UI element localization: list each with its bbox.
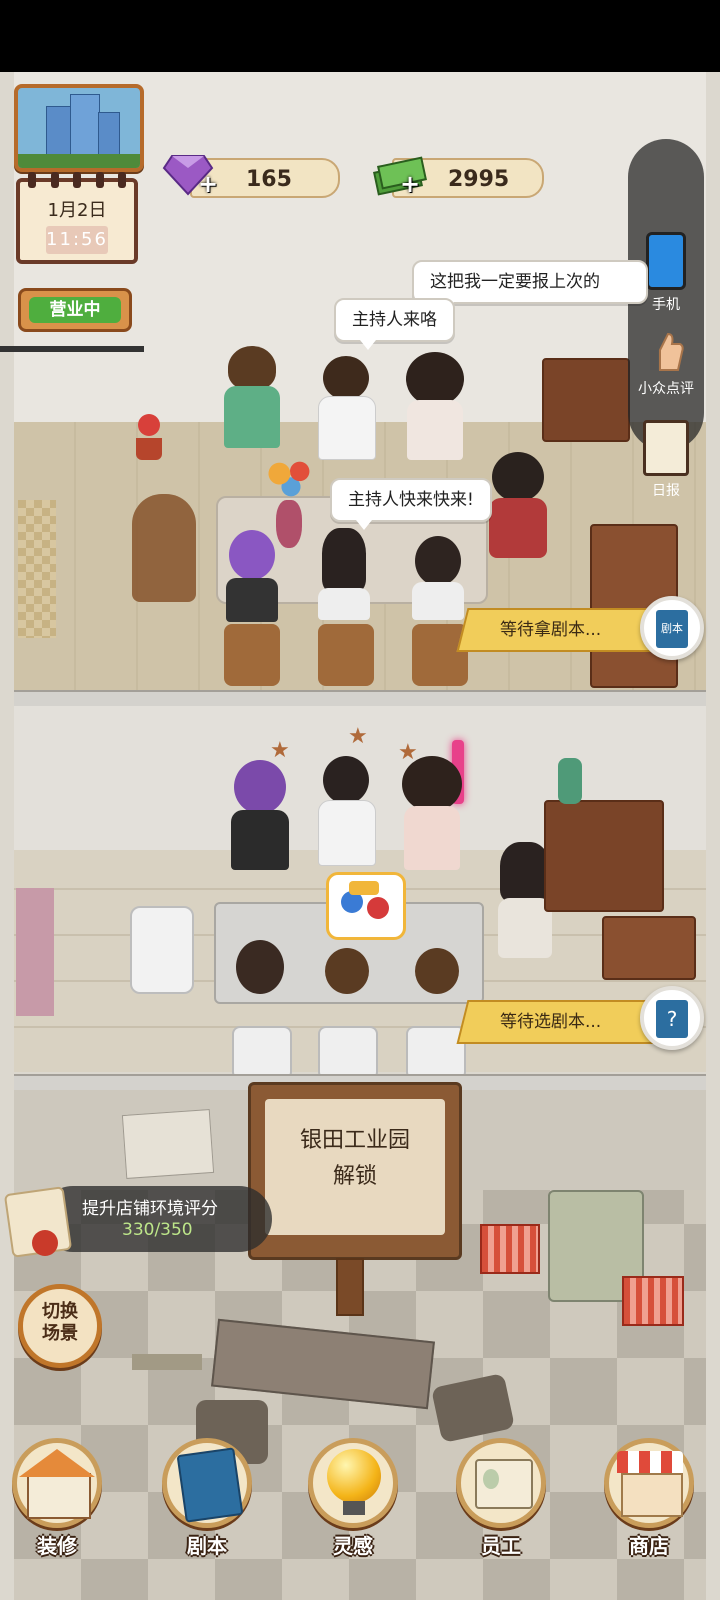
shop-store-icon xyxy=(604,1438,694,1528)
gem-amount: 165 xyxy=(246,167,292,192)
side-item-review[interactable]: 小众点评 xyxy=(628,330,704,398)
phone-icon xyxy=(646,232,686,290)
speech-bubble: 主持人快来快来! xyxy=(330,478,492,530)
upgrade-environment-panel[interactable]: 提升店铺环境评分 330/350 xyxy=(40,1186,272,1252)
nav-inspiration-button[interactable]: 灵感 xyxy=(298,1438,408,1558)
torn-poster xyxy=(121,1109,215,1179)
locked-area-paper: 银田工业园 解锁 xyxy=(265,1099,445,1235)
add-cash-icon[interactable]: + xyxy=(400,170,420,198)
thermos xyxy=(558,758,582,804)
scroll-quill-icon[interactable] xyxy=(2,1176,73,1258)
unlock-label[interactable]: 解锁 xyxy=(265,1159,445,1195)
red-crate xyxy=(622,1276,684,1326)
wooden-chair xyxy=(318,624,374,686)
wooden-chair xyxy=(132,494,196,602)
character-boy-back-2[interactable] xyxy=(410,948,464,1038)
hanging-star-decoration: ★ xyxy=(348,724,368,749)
character-bearded-host[interactable] xyxy=(318,356,376,476)
potted-rose xyxy=(132,414,166,462)
wooden-chair xyxy=(224,624,280,686)
inspiration-bulb-icon xyxy=(308,1438,398,1528)
vase-decoration xyxy=(276,500,302,548)
cash-amount: 2995 xyxy=(448,167,510,192)
speech-bubble: 主持人来咯 xyxy=(334,298,455,350)
nav-label: 商店 xyxy=(629,1534,669,1558)
nav-label: 灵感 xyxy=(333,1534,373,1558)
red-crate xyxy=(480,1224,540,1274)
switch-scene-line2: 场景 xyxy=(42,1323,78,1344)
plastic-chair xyxy=(232,1026,292,1080)
side-table xyxy=(602,916,696,980)
discussion-chat-icon[interactable] xyxy=(326,872,406,940)
nav-label: 装修 xyxy=(37,1534,77,1558)
character-boy-back[interactable] xyxy=(320,948,374,1038)
nav-label: 员工 xyxy=(481,1534,521,1558)
plastic-chair xyxy=(406,1026,466,1080)
character-curly-woman-2[interactable] xyxy=(400,756,464,886)
locked-area-sign[interactable]: 银田工业园 解锁 xyxy=(248,1082,462,1260)
side-item-label: 日报 xyxy=(652,483,680,499)
open-status-sign[interactable]: 营业中 xyxy=(18,288,132,332)
review-thumbs-up-icon xyxy=(646,330,686,374)
character-masked-purple[interactable] xyxy=(230,760,290,884)
calendar-rings xyxy=(28,172,126,188)
room1-rug xyxy=(18,500,56,638)
calendar-time: 11:56 xyxy=(46,226,108,254)
character-red-dress-woman[interactable] xyxy=(486,452,550,572)
script-book-icon xyxy=(162,1438,252,1528)
room1-script-badge[interactable]: 剧本 xyxy=(640,596,704,660)
nav-label: 剧本 xyxy=(187,1534,227,1558)
side-item-daily[interactable]: 日报 xyxy=(628,420,704,500)
environment-score: 330/350 xyxy=(122,1220,193,1240)
house-decorate-icon xyxy=(12,1438,102,1528)
nav-script-button[interactable]: 剧本 xyxy=(152,1438,262,1558)
nav-decorate-button[interactable]: 装修 xyxy=(2,1438,112,1558)
character-glasses-man[interactable] xyxy=(224,346,280,476)
character-reading-boy[interactable] xyxy=(318,756,376,880)
side-item-label: 小众点评 xyxy=(638,381,694,397)
room1-status-text: 等待拿剧本... xyxy=(500,620,602,640)
switch-scene-button[interactable]: 切换 场景 xyxy=(18,1284,102,1368)
wooden-chair xyxy=(412,624,468,686)
room2-status-text: 等待选剧本... xyxy=(500,1012,602,1032)
character-curly-woman[interactable] xyxy=(404,352,466,476)
daily-report-clipboard-icon xyxy=(643,420,689,476)
plastic-chair xyxy=(318,1026,378,1080)
character-purple-hair-back[interactable] xyxy=(226,530,278,630)
character-longhair-back[interactable] xyxy=(318,528,370,628)
wooden-cabinet xyxy=(544,800,664,912)
add-gems-icon[interactable]: + xyxy=(198,170,218,198)
character-nurse-back[interactable] xyxy=(232,940,288,1036)
sign-post xyxy=(336,1258,364,1316)
room2-question-badge[interactable]: ? xyxy=(640,986,704,1050)
room2-rug xyxy=(16,888,54,1016)
upgrade-label: 提升店铺环境评分 xyxy=(82,1199,218,1219)
calendar-widget: 1月2日 11:56 xyxy=(16,172,138,264)
store-thumbnail[interactable] xyxy=(14,84,144,172)
nav-shop-button[interactable]: 商店 xyxy=(594,1438,704,1558)
broken-plank xyxy=(132,1354,202,1370)
switch-scene-line1: 切换 xyxy=(42,1301,78,1322)
wooden-cabinet xyxy=(542,358,630,442)
question-book-icon: ? xyxy=(656,1000,688,1038)
staff-badge-icon xyxy=(456,1438,546,1528)
calendar-date: 1月2日 xyxy=(47,200,107,221)
script-book-icon: 剧本 xyxy=(656,610,688,648)
signpost-bar xyxy=(0,346,144,352)
character-bob-back[interactable] xyxy=(412,536,464,628)
open-status-label: 营业中 xyxy=(29,297,121,323)
locked-area-name: 银田工业园 xyxy=(299,1128,410,1153)
nav-staff-button[interactable]: 员工 xyxy=(446,1438,556,1558)
plastic-chair xyxy=(130,906,194,994)
